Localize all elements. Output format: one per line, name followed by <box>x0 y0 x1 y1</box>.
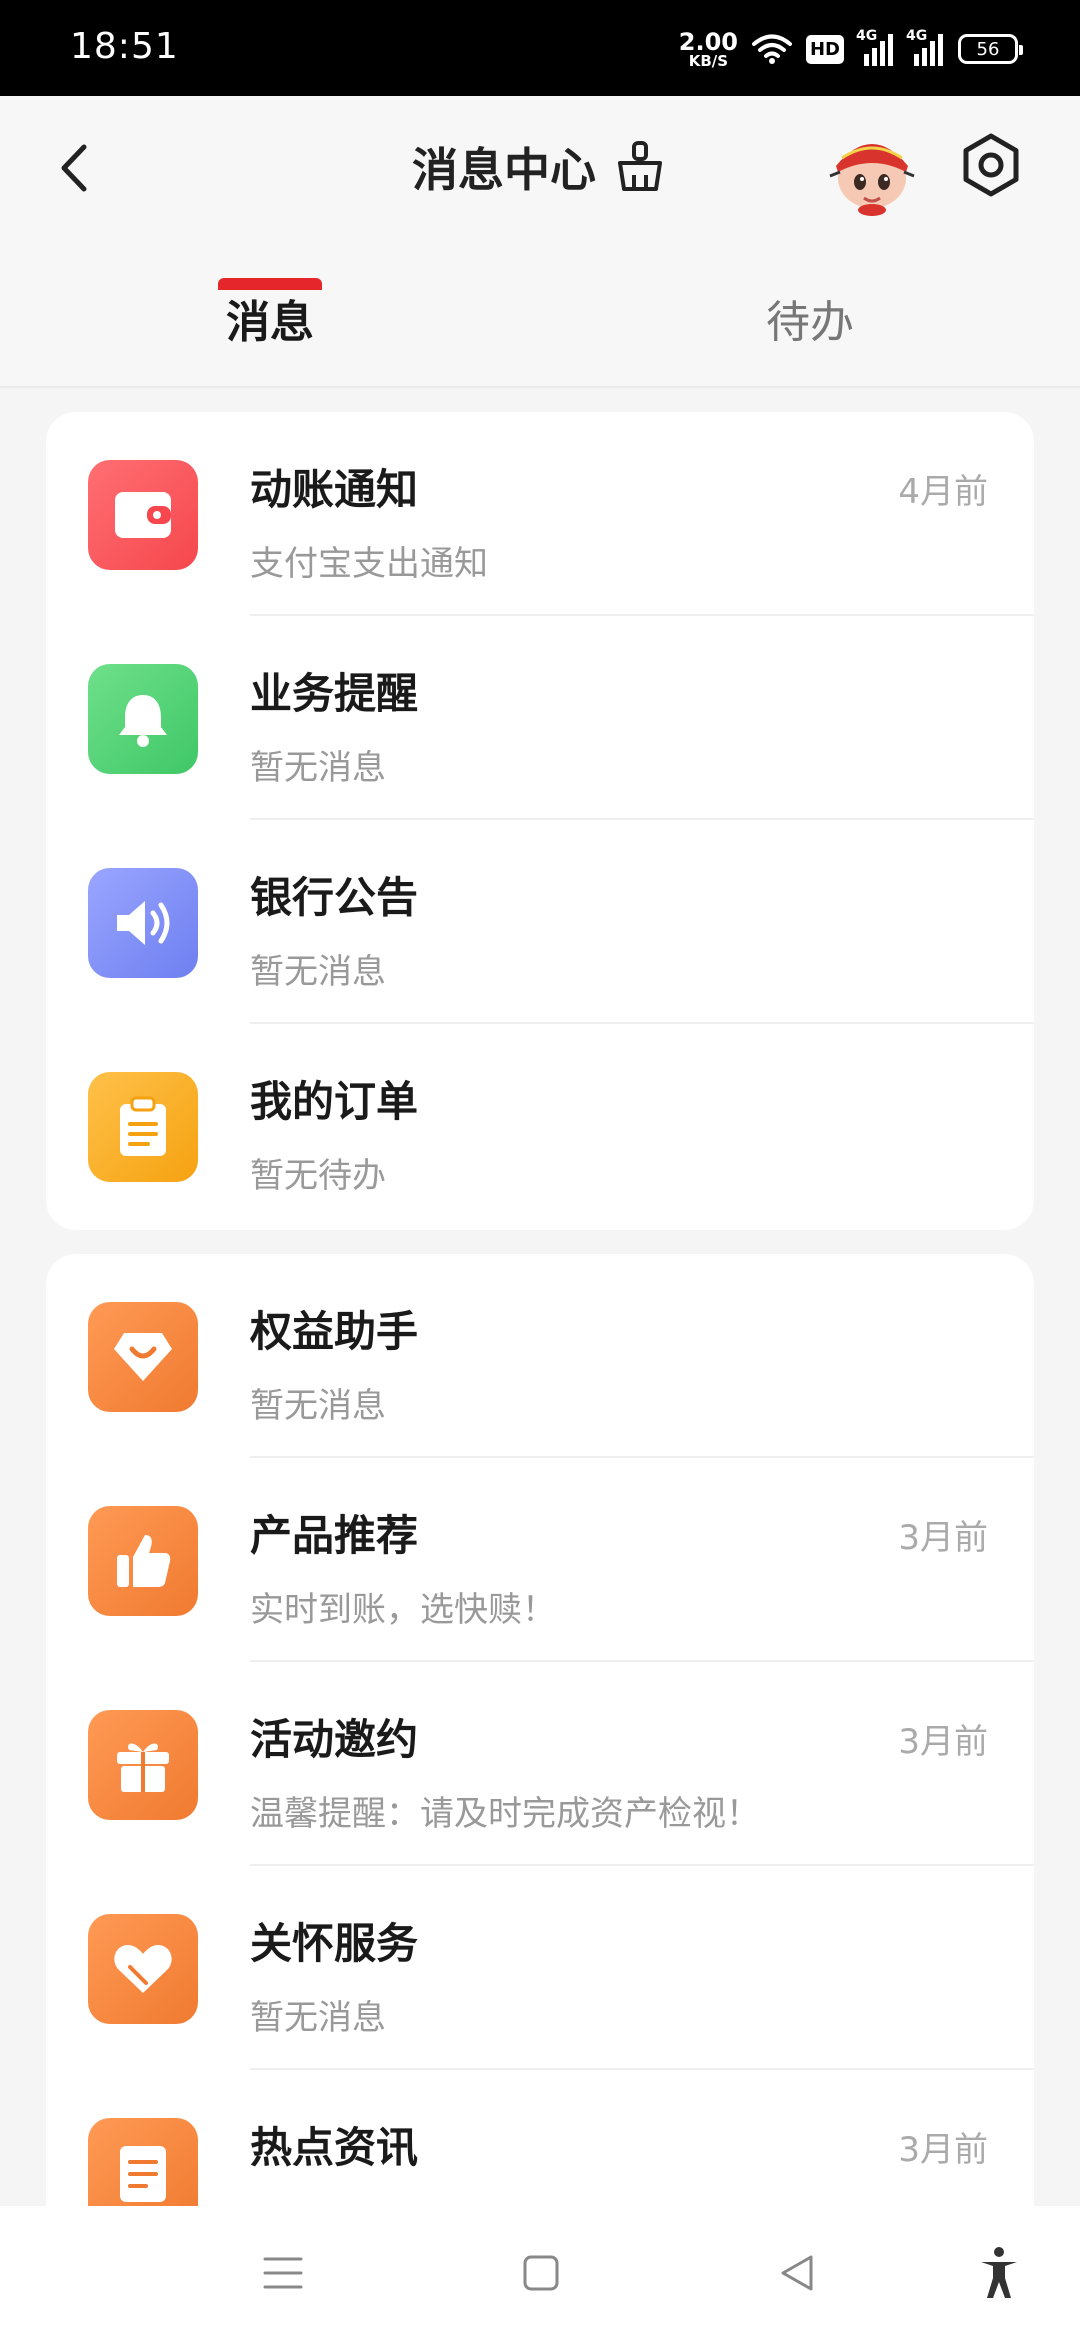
home-button[interactable] <box>508 2240 574 2306</box>
item-subtitle: 温馨提醒：请及时完成资产检视！ <box>250 1794 760 1834</box>
signal-label: 4G <box>856 28 878 44</box>
hd-badge: HD <box>805 34 844 64</box>
battery-level: 56 <box>976 38 1000 60</box>
status-time: 18:51 <box>70 26 179 67</box>
back-nav-button[interactable] <box>764 2240 830 2306</box>
wallet-icon <box>88 460 198 570</box>
net-speed: 2.00 KB/S <box>679 30 738 69</box>
item-title: 权益助手 <box>250 1307 419 1356</box>
item-subtitle: 暂无消息 <box>250 1998 386 2038</box>
item-subtitle: 暂无消息 <box>250 1386 386 1426</box>
settings-hexagon-icon[interactable] <box>958 132 1024 198</box>
list-item[interactable]: 银行公告 暂无消息 <box>46 820 1034 1024</box>
item-subtitle: 暂无消息 <box>250 952 386 992</box>
speaker-icon <box>88 868 198 978</box>
battery-icon: 56 <box>958 34 1023 64</box>
list-item[interactable]: 业务提醒 暂无消息 <box>46 616 1034 820</box>
home-square-icon <box>523 2255 559 2291</box>
menu-icon <box>263 2257 303 2289</box>
item-time: 3月前 <box>898 1722 988 1762</box>
bell-icon <box>88 664 198 774</box>
header-divider <box>0 386 1080 388</box>
tab-bar: 消息 待办 <box>0 276 1080 386</box>
item-title: 热点资讯 <box>250 2123 419 2172</box>
signal-label: 4G <box>906 28 928 44</box>
list-item[interactable]: 我的订单 暂无待办 <box>46 1024 1034 1228</box>
tab-messages[interactable]: 消息 <box>140 286 400 350</box>
item-subtitle: 暂无消息 <box>250 748 386 788</box>
item-title: 动账通知 <box>250 465 419 514</box>
item-subtitle: 暂无待办 <box>250 1156 386 1196</box>
list-item[interactable]: 关怀服务 暂无消息 <box>46 1866 1034 2070</box>
message-card-primary: 动账通知 支付宝支出通知 4月前 业务提醒 暂无消息 银行公告 暂无消息 我的订… <box>46 412 1034 1230</box>
item-title: 银行公告 <box>250 873 419 922</box>
item-time: 3月前 <box>898 1518 988 1558</box>
item-subtitle: 实时到账，选快赎！ <box>250 1590 556 1630</box>
item-title: 活动邀约 <box>250 1715 419 1764</box>
list-item[interactable]: 动账通知 支付宝支出通知 4月前 <box>46 412 1034 616</box>
item-subtitle: 支付宝支出通知 <box>250 544 488 584</box>
accessibility-button[interactable] <box>966 2240 1032 2306</box>
system-nav-bar <box>0 2206 1080 2340</box>
net-speed-unit: KB/S <box>688 51 729 70</box>
active-tab-indicator <box>218 278 322 290</box>
item-time: 4月前 <box>898 472 988 512</box>
gift-icon <box>88 1710 198 1820</box>
page-title: 消息中心 <box>412 143 596 197</box>
list-item[interactable]: 产品推荐 实时到账，选快赎！ 3月前 <box>46 1458 1034 1662</box>
status-bar: 18:51 2.00 KB/S HD 4G 4G 56 <box>0 0 1080 96</box>
title-group: 消息中心 <box>0 134 1080 200</box>
accessibility-icon <box>981 2247 1017 2298</box>
gem-icon <box>88 1302 198 1412</box>
back-triangle-icon <box>781 2255 813 2291</box>
signal-icon: 4G <box>856 28 894 66</box>
net-speed-value: 2.00 <box>678 27 738 56</box>
signal-icon: 4G <box>906 28 944 66</box>
header: 消息中心 消息 待办 <box>0 96 1080 386</box>
list-item[interactable]: 权益助手 暂无消息 <box>46 1254 1034 1458</box>
item-title: 业务提醒 <box>250 669 419 718</box>
clipboard-icon <box>88 1072 198 1182</box>
item-time: 3月前 <box>898 2130 988 2170</box>
item-title: 产品推荐 <box>250 1511 419 1560</box>
message-card-secondary: 权益助手 暂无消息 产品推荐 实时到账，选快赎！ 3月前 活动邀约 温馨提醒：请… <box>46 1254 1034 2254</box>
mascot-avatar[interactable] <box>826 124 918 216</box>
menu-button[interactable] <box>250 2240 316 2306</box>
item-title: 我的订单 <box>250 1077 419 1126</box>
list-item[interactable]: 活动邀约 温馨提醒：请及时完成资产检视！ 3月前 <box>46 1662 1034 1866</box>
wifi-icon <box>751 34 792 64</box>
item-title: 关怀服务 <box>250 1919 419 1968</box>
thumbs-up-icon <box>88 1506 198 1616</box>
tab-todo[interactable]: 待办 <box>680 286 940 350</box>
clear-broom-icon[interactable] <box>612 139 668 195</box>
heart-icon <box>88 1914 198 2024</box>
status-icons: 2.00 KB/S HD 4G 4G 56 <box>679 24 1023 74</box>
